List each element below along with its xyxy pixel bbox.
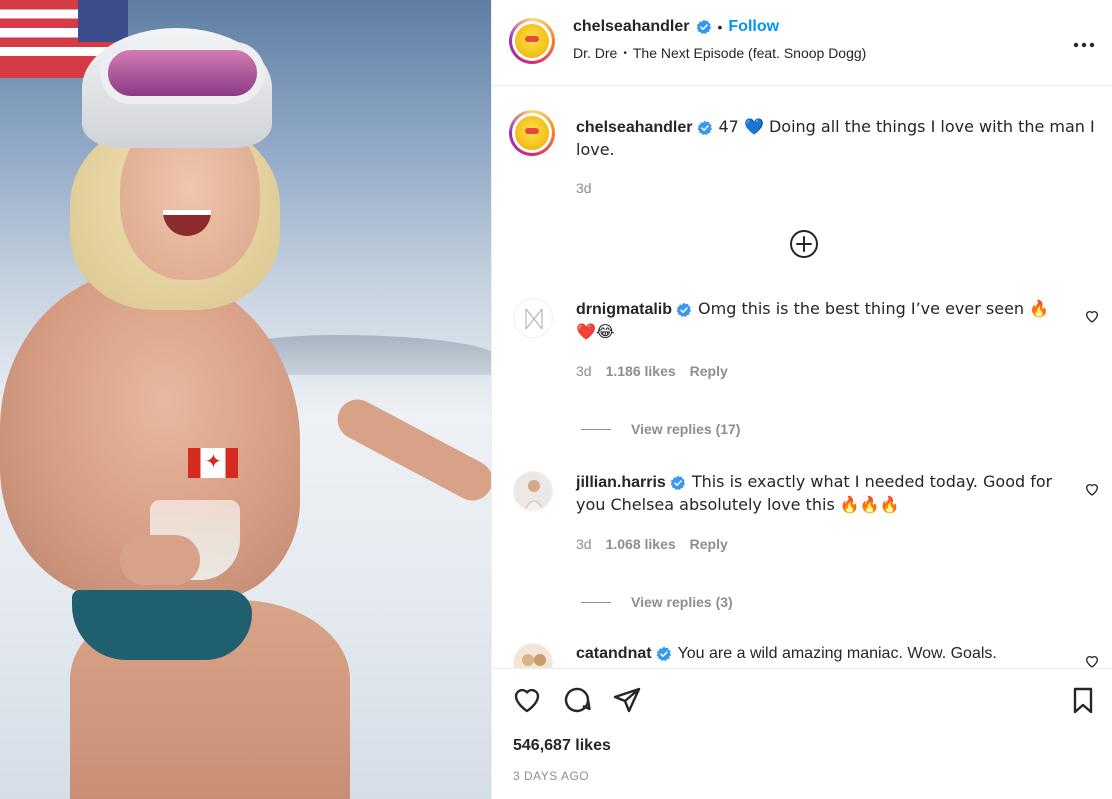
more-dots-glyph bbox=[1073, 42, 1095, 48]
comment-body: drnigmatalib Omg this is the best thing I… bbox=[576, 298, 1066, 344]
comment-username[interactable]: drnigmatalib bbox=[576, 301, 672, 318]
post-date[interactable]: 3 DAYS AGO bbox=[513, 769, 589, 783]
audio-track[interactable]: The Next Episode (feat. Snoop Dogg) bbox=[633, 45, 866, 61]
comment-body: catandnat You are a wild amazing maniac. … bbox=[576, 643, 1066, 665]
commenter-avatar[interactable] bbox=[513, 298, 553, 338]
author-avatar[interactable] bbox=[509, 18, 555, 64]
bookmark-icon[interactable] bbox=[1068, 685, 1098, 715]
post-actions: 546,687 likes 3 DAYS AGO bbox=[492, 668, 1112, 799]
like-count[interactable]: 546,687 likes bbox=[513, 737, 611, 755]
reply-button[interactable]: Reply bbox=[690, 536, 728, 552]
comments-scroll-area[interactable]: chelseahandler 47 💙 Doing all the things … bbox=[492, 86, 1112, 668]
audio-info[interactable]: Dr. Dre • The Next Episode (feat. Snoop … bbox=[573, 45, 866, 61]
comment-meta: 3d 1.186 likes Reply bbox=[576, 363, 728, 379]
share-icon[interactable] bbox=[612, 685, 642, 715]
person-arm-graphic bbox=[330, 392, 491, 508]
comment-likes[interactable]: 1.186 likes bbox=[606, 363, 676, 379]
comment-meta: 3d 1.068 likes Reply bbox=[576, 536, 728, 552]
verified-badge-icon bbox=[670, 475, 685, 490]
verified-badge-icon bbox=[697, 120, 712, 135]
commenter-avatar[interactable] bbox=[513, 643, 553, 668]
comment-body: jillian.harris This is exactly what I nee… bbox=[576, 471, 1066, 517]
monogram-logo bbox=[514, 299, 552, 337]
avatar-image bbox=[515, 24, 549, 58]
author-username[interactable]: chelseahandler bbox=[573, 18, 690, 36]
person-hand-graphic bbox=[120, 535, 200, 585]
caption-author-avatar[interactable] bbox=[509, 110, 555, 156]
comment-time[interactable]: 3d bbox=[576, 363, 592, 379]
plus-circle-icon[interactable] bbox=[789, 229, 819, 259]
view-replies-button[interactable]: View replies (3) bbox=[581, 594, 733, 610]
swimsuit-graphic bbox=[72, 590, 252, 660]
comment-username[interactable]: catandnat bbox=[576, 645, 652, 662]
post-caption: chelseahandler 47 💙 Doing all the things … bbox=[576, 116, 1096, 162]
divider-line bbox=[581, 428, 611, 430]
caption-username[interactable]: chelseahandler bbox=[576, 119, 693, 136]
separator-dot: • bbox=[717, 19, 723, 35]
heart-icon[interactable] bbox=[1084, 653, 1100, 668]
heart-icon[interactable] bbox=[512, 685, 542, 715]
verified-badge-icon bbox=[656, 646, 671, 661]
heart-icon[interactable] bbox=[1084, 481, 1100, 497]
view-replies-label: View replies (17) bbox=[631, 421, 741, 437]
avatar-photo bbox=[514, 644, 552, 668]
view-replies-button[interactable]: View replies (17) bbox=[581, 421, 740, 437]
post-header: chelseahandler • Follow Dr. Dre • The Ne… bbox=[492, 0, 1112, 86]
verified-badge-icon bbox=[696, 19, 711, 34]
caption-timestamp[interactable]: 3d bbox=[576, 180, 592, 196]
comment-text: You are a wild amazing maniac. Wow. Goal… bbox=[677, 645, 997, 662]
comment-icon[interactable] bbox=[562, 685, 592, 715]
comment-likes[interactable]: 1.068 likes bbox=[606, 536, 676, 552]
avatar-image bbox=[515, 116, 549, 150]
post-side-panel: chelseahandler • Follow Dr. Dre • The Ne… bbox=[491, 0, 1112, 799]
avatar-photo bbox=[514, 472, 552, 510]
post-media[interactable] bbox=[0, 0, 491, 799]
comment-time[interactable]: 3d bbox=[576, 536, 592, 552]
more-options-icon[interactable] bbox=[1073, 28, 1095, 54]
comment-username[interactable]: jillian.harris bbox=[576, 474, 666, 491]
verified-badge-icon bbox=[676, 302, 692, 317]
commenter-avatar[interactable] bbox=[513, 471, 553, 511]
canadian-flag-graphic bbox=[188, 448, 238, 478]
heart-icon[interactable] bbox=[1084, 308, 1100, 324]
reply-button[interactable]: Reply bbox=[690, 363, 728, 379]
audio-artist[interactable]: Dr. Dre bbox=[573, 45, 617, 61]
divider-line bbox=[581, 601, 611, 603]
follow-button[interactable]: Follow bbox=[728, 18, 779, 36]
ski-goggles-graphic bbox=[100, 42, 265, 104]
separator-dot: • bbox=[623, 47, 627, 59]
view-replies-label: View replies (3) bbox=[631, 594, 733, 610]
